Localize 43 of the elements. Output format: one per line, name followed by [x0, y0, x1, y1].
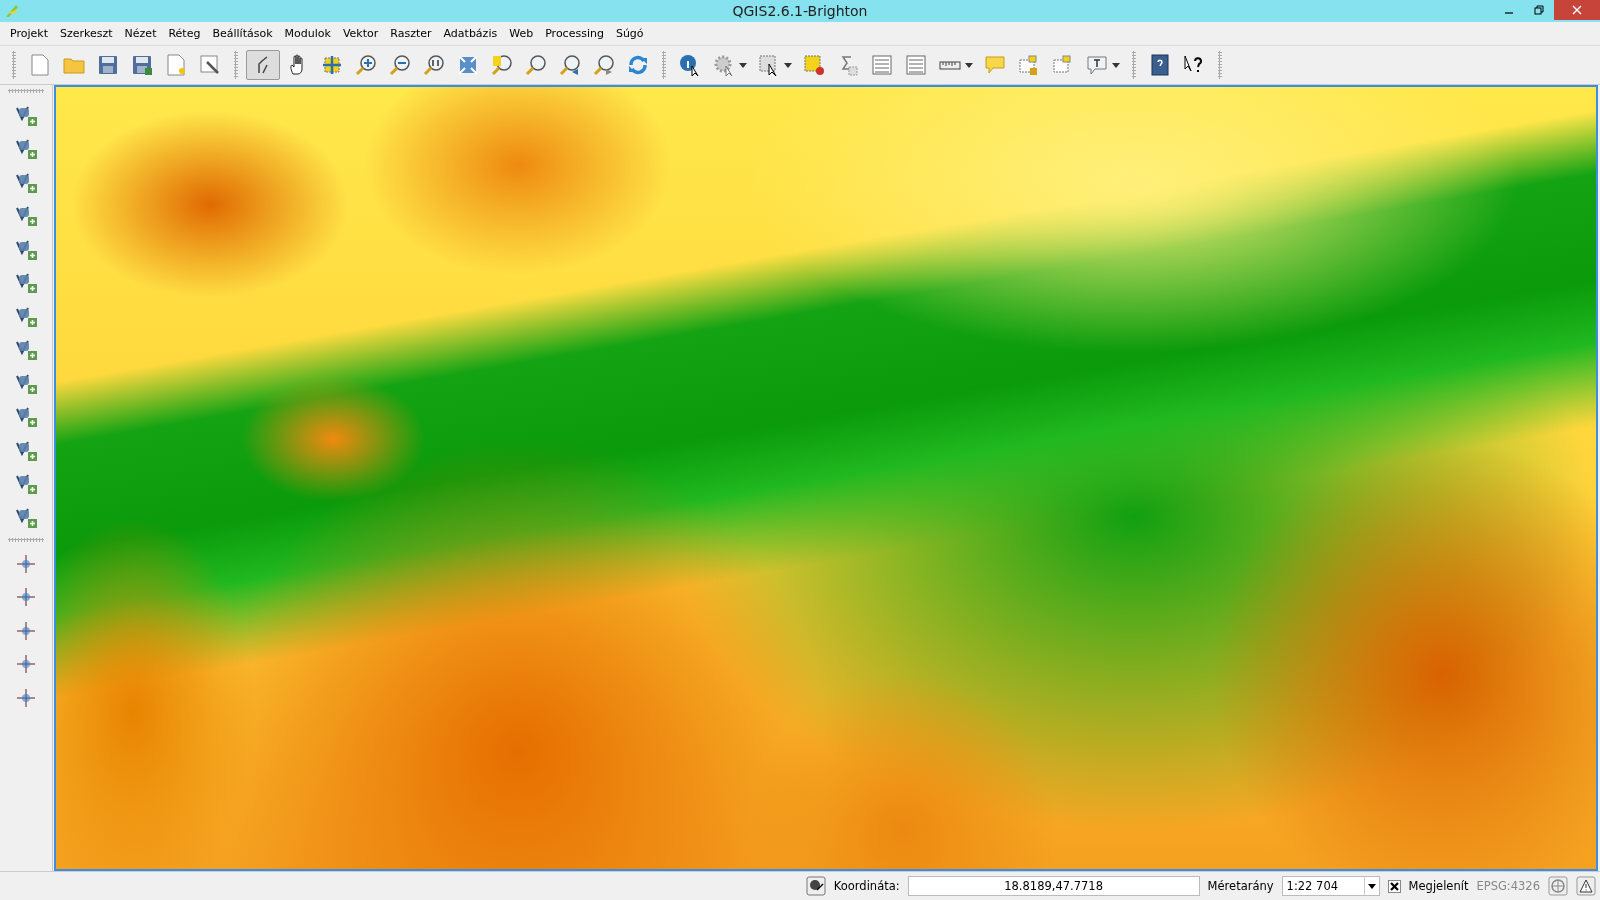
menu-item[interactable]: Modulok: [278, 25, 337, 42]
dropdown-arrow-icon[interactable]: [1367, 883, 1376, 889]
menu-item[interactable]: Web: [503, 25, 540, 42]
qgis-logo-icon: [4, 3, 20, 19]
window-title: QGIS2.6.1-Brighton: [732, 3, 868, 19]
zoom-layer-icon[interactable]: [524, 53, 548, 77]
render-checkbox[interactable]: [1387, 879, 1401, 893]
scale-combobox[interactable]: 1:22 704: [1281, 876, 1380, 896]
dropdown-arrow-icon[interactable]: [1112, 62, 1120, 68]
help-book-icon[interactable]: [1148, 53, 1172, 77]
menu-item[interactable]: Súgó: [609, 25, 650, 42]
scale-label: Méretarány: [1207, 879, 1274, 893]
menu-item[interactable]: Adatbázis: [437, 25, 504, 42]
text-annotation-icon[interactable]: [1085, 53, 1109, 77]
save-as-icon[interactable]: [130, 53, 154, 77]
menu-item[interactable]: Beállítások: [206, 25, 279, 42]
save-icon[interactable]: [96, 53, 120, 77]
menu-item[interactable]: Processing: [539, 25, 610, 42]
menu-item[interactable]: Vektor: [336, 25, 385, 42]
zoom-last-icon[interactable]: [558, 53, 582, 77]
menu-item[interactable]: Projekt: [4, 25, 54, 42]
zoom-next-icon[interactable]: [592, 53, 616, 77]
zoom-selection-icon[interactable]: [490, 53, 514, 77]
zoom-out-icon[interactable]: [388, 53, 412, 77]
render-label: Megjelenít: [1408, 879, 1469, 893]
coordinate-toggle-icon[interactable]: [805, 876, 826, 896]
dropdown-arrow-icon[interactable]: [965, 62, 973, 68]
projection-globe-icon[interactable]: [1548, 876, 1568, 896]
elevation-map-raster[interactable]: [54, 85, 1598, 871]
pan-to-selection-icon[interactable]: [320, 53, 344, 77]
menu-item[interactable]: Szerkeszt: [53, 25, 119, 42]
menu-item[interactable]: Nézet: [118, 25, 163, 42]
dropdown-arrow-icon[interactable]: [784, 62, 792, 68]
warning-icon[interactable]: [1576, 876, 1596, 896]
menu-item[interactable]: Réteg: [162, 25, 207, 42]
dropdown-arrow-icon[interactable]: [739, 62, 747, 68]
zoom-in-icon[interactable]: [354, 53, 378, 77]
coordinate-field[interactable]: 18.8189,47.7718: [907, 876, 1200, 896]
zoom-full-icon[interactable]: [456, 53, 480, 77]
refresh-icon[interactable]: [626, 53, 650, 77]
menu-item[interactable]: Raszter: [384, 25, 438, 42]
deselect-icon[interactable]: [802, 53, 826, 77]
coordinate-label: Koordináta:: [833, 879, 900, 893]
